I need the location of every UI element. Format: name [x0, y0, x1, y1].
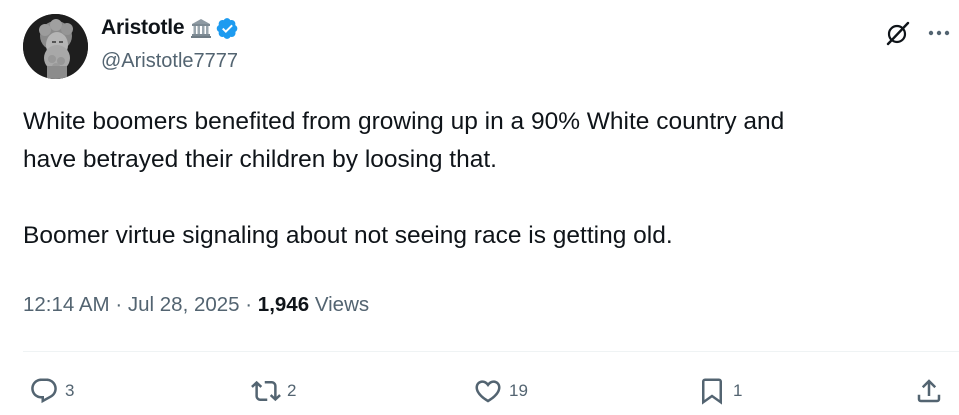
views-count: 1,946 — [257, 293, 310, 316]
tweet-time[interactable]: 12:14 AM — [23, 293, 110, 316]
avatar-image — [23, 14, 88, 79]
author-handle[interactable]: @Aristotle7777 — [101, 48, 238, 74]
tweet-text: White boomers benefited from growing up … — [23, 103, 943, 255]
meta-separator: · — [245, 293, 253, 316]
tweet-text-line: have betrayed their children by loosing … — [23, 146, 497, 173]
tweet-date[interactable]: Jul 28, 2025 — [128, 293, 240, 316]
bookmark-icon — [702, 378, 722, 405]
repost-icon — [251, 380, 281, 402]
classical-building-icon — [190, 17, 212, 39]
repost-count: 2 — [287, 381, 297, 400]
tweet-text-line: Boomer virtue signaling about not seeing… — [23, 222, 673, 249]
heart-icon — [475, 380, 501, 403]
divider — [23, 351, 959, 352]
tweet-text-line: White boomers benefited from growing up … — [23, 108, 785, 135]
reply-count: 3 — [65, 381, 75, 400]
views-label: Views — [314, 293, 370, 316]
bookmark-count: 1 — [733, 381, 743, 400]
grok-icon — [886, 21, 909, 45]
repost-button[interactable]: 2 — [251, 372, 296, 410]
grok-button[interactable] — [882, 18, 912, 48]
verified-badge-icon[interactable] — [216, 17, 239, 40]
like-count: 19 — [509, 381, 528, 400]
author-display-name[interactable]: Aristotle — [101, 14, 185, 42]
more-options-button[interactable] — [924, 18, 954, 48]
tweet-metadata: 12:14 AM · Jul 28, 2025 · 1,946 Views — [23, 290, 369, 320]
share-icon — [917, 379, 941, 403]
reply-icon — [31, 378, 57, 404]
like-button[interactable]: 19 — [473, 372, 528, 410]
share-button[interactable] — [914, 372, 944, 410]
meta-separator: · — [115, 293, 123, 316]
reply-button[interactable]: 3 — [29, 372, 74, 410]
avatar[interactable] — [23, 14, 88, 79]
more-dots-icon — [928, 30, 950, 36]
author-name-row: Aristotle — [101, 14, 239, 42]
bookmark-button[interactable]: 1 — [697, 372, 742, 410]
